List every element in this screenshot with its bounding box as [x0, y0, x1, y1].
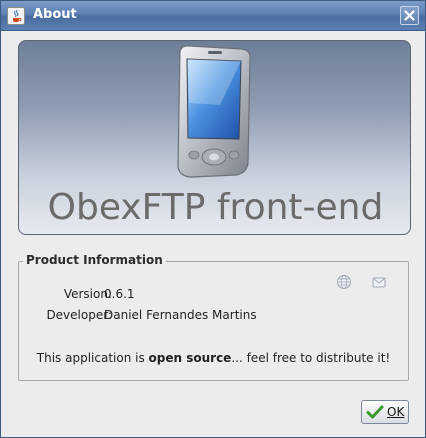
envelope-icon[interactable]	[371, 274, 387, 290]
checkmark-icon	[366, 405, 384, 419]
java-cup-icon	[7, 7, 25, 25]
close-button[interactable]	[400, 6, 419, 25]
version-value: 0.6.1	[104, 287, 135, 301]
notice-text-end: ... feel free to distribute it!	[231, 351, 391, 365]
window-title: About	[33, 7, 77, 22]
globe-icon[interactable]	[336, 274, 352, 290]
title-bar[interactable]: About	[1, 1, 425, 31]
close-icon	[404, 10, 415, 21]
ok-button[interactable]: OK	[361, 400, 409, 424]
group-title: Product Information	[23, 253, 166, 267]
developer-label: Developer:	[46, 308, 112, 322]
ok-label: OK	[387, 405, 405, 419]
about-dialog: About ObexFTP front-end Product Informat…	[0, 0, 426, 438]
license-notice: This application is open source... feel …	[19, 351, 408, 365]
pda-device-illustration	[177, 45, 251, 178]
notice-open-source: open source	[148, 351, 232, 365]
product-information-group: Product Information Version: 0.6.1 Devel…	[18, 253, 409, 381]
about-banner: ObexFTP front-end	[18, 40, 411, 235]
developer-value: Daniel Fernandes Martins	[104, 308, 257, 322]
app-name-heading: ObexFTP front-end	[47, 187, 384, 228]
notice-text-start: This application is	[36, 351, 149, 365]
